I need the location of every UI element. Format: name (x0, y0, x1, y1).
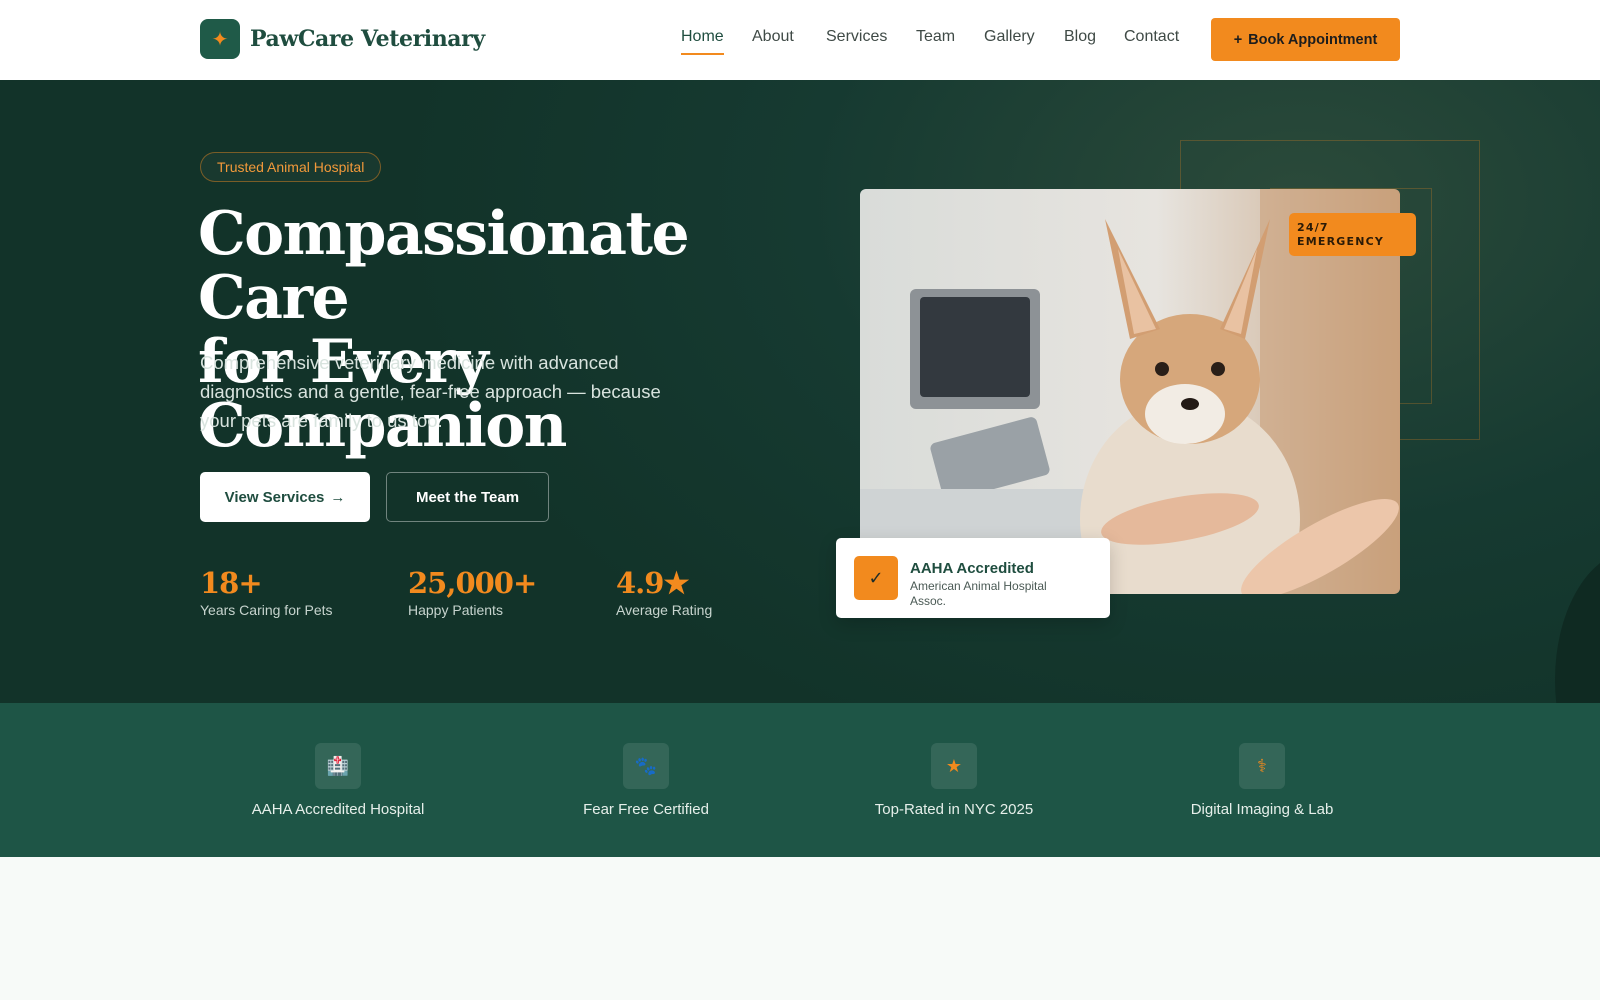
feature-label: Top-Rated in NYC 2025 (874, 801, 1034, 818)
book-appointment-button[interactable]: + Book Appointment (1211, 18, 1400, 61)
stat-label: Average Rating (616, 602, 713, 618)
feature-item: 🐾 Fear Free Certified (496, 743, 796, 818)
nav-item-services[interactable]: Services (826, 28, 887, 46)
arrow-right-icon: → (330, 488, 346, 506)
stat-label: Happy Patients (408, 602, 503, 618)
check-icon: ✓ (854, 556, 898, 600)
feature-item: ⚕ Digital Imaging & Lab (1112, 743, 1412, 818)
stat-label: Years Caring for Pets (200, 602, 333, 618)
stat-value: 25,000+ (408, 566, 537, 600)
feature-item: ★ Top-Rated in NYC 2025 (804, 743, 1104, 818)
view-services-button[interactable]: View Services → (200, 472, 370, 522)
nav-item-blog[interactable]: Blog (1064, 28, 1096, 46)
stat-value: 4.9★ (616, 566, 689, 600)
feature-item: 🏥 AAHA Accredited Hospital (188, 743, 488, 818)
stat-rating: 4.9★ Average Rating (616, 566, 712, 618)
feature-label: Fear Free Certified (583, 801, 709, 818)
hospital-icon: 🏥 (315, 743, 361, 789)
medical-icon: ⚕ (1239, 743, 1285, 789)
nav-item-contact[interactable]: Contact (1124, 28, 1179, 46)
view-services-label: View Services (224, 488, 325, 506)
active-indicator (681, 53, 724, 55)
top-navigation: ✦ PawCare Veterinary Home About Services… (0, 0, 1600, 80)
nav-item-team[interactable]: Team (916, 28, 955, 46)
hero-title-line1: Compassionate Care (198, 199, 690, 333)
stat-value: 18+ (200, 566, 263, 600)
accreditation-title: AAHA Accredited (910, 560, 1034, 577)
nav-item-home[interactable]: Home (681, 28, 724, 55)
hero-section: Trusted Animal Hospital Compassionate Ca… (0, 80, 1600, 703)
emergency-line1: 24/7 (1297, 221, 1329, 234)
nav-item-about[interactable]: About (752, 28, 794, 46)
feature-label: AAHA Accredited Hospital (251, 801, 425, 818)
stat-patients: 25,000+ Happy Patients (408, 566, 537, 618)
nav-item-gallery[interactable]: Gallery (984, 28, 1035, 46)
book-appointment-label: Book Appointment (1248, 31, 1378, 48)
paw-icon: 🐾 (623, 743, 669, 789)
accreditation-subtitle: American Animal Hospital Assoc. (910, 579, 1047, 608)
emergency-line2: EMERGENCY (1297, 235, 1385, 248)
stat-years: 18+ Years Caring for Pets (200, 566, 333, 618)
star-icon: ★ (931, 743, 977, 789)
emergency-badge: 24/7 EMERGENCY (1289, 213, 1416, 256)
hero-description: Comprehensive veterinary medicine with a… (200, 352, 661, 431)
feature-label: Digital Imaging & Lab (1190, 801, 1334, 818)
meet-team-button[interactable]: Meet the Team (386, 472, 549, 522)
decorative-shape (1555, 550, 1600, 703)
accreditation-card: ✓ AAHA Accredited American Animal Hospit… (836, 538, 1110, 618)
hero-badge: Trusted Animal Hospital (200, 152, 382, 182)
plus-icon: + (1233, 31, 1243, 48)
nav-item-label: Home (681, 28, 724, 45)
features-bar: 🏥 AAHA Accredited Hospital 🐾 Fear Free C… (0, 703, 1600, 857)
